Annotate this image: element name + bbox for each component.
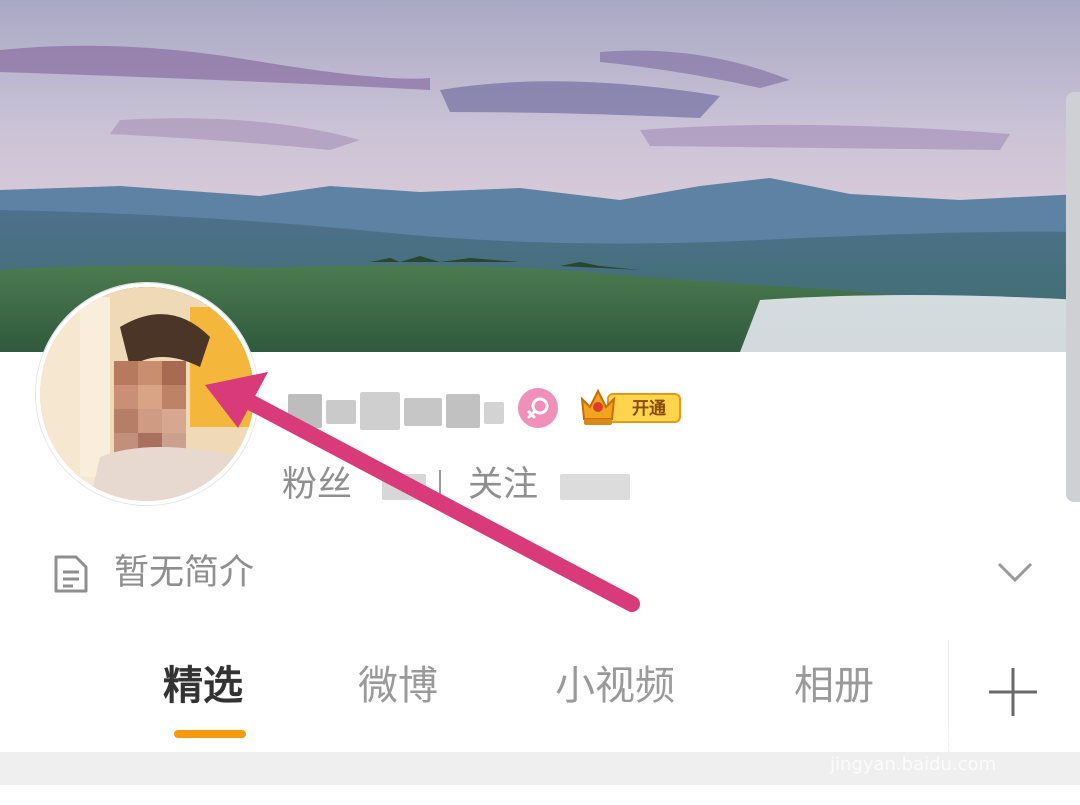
scroll-edge-handle[interactable] [1066, 92, 1080, 502]
bio-text: 暂无简介 [114, 553, 255, 593]
tab-short-video[interactable]: 小视频 [555, 660, 675, 712]
followers-label[interactable]: 粉丝 [282, 460, 352, 510]
following-label[interactable]: 关注 [468, 460, 538, 510]
chevron-down-icon[interactable] [996, 560, 1034, 584]
active-tab-indicator [174, 730, 246, 738]
followers-count-redacted [382, 474, 426, 500]
stats-divider [439, 470, 441, 500]
tab-weibo[interactable]: 微博 [358, 660, 438, 712]
baidu-jingyan-watermark: Baidu经验 jingyan.baidu.com [830, 718, 1015, 775]
vip-open-label[interactable]: 开通 [620, 396, 678, 422]
document-icon [54, 555, 88, 593]
tab-featured[interactable]: 精选 [163, 660, 243, 712]
bio-row[interactable]: 暂无简介 [52, 548, 1034, 598]
username-redacted [286, 384, 516, 436]
following-count-redacted [560, 474, 630, 500]
female-icon [518, 388, 558, 428]
avatar[interactable] [36, 283, 258, 505]
